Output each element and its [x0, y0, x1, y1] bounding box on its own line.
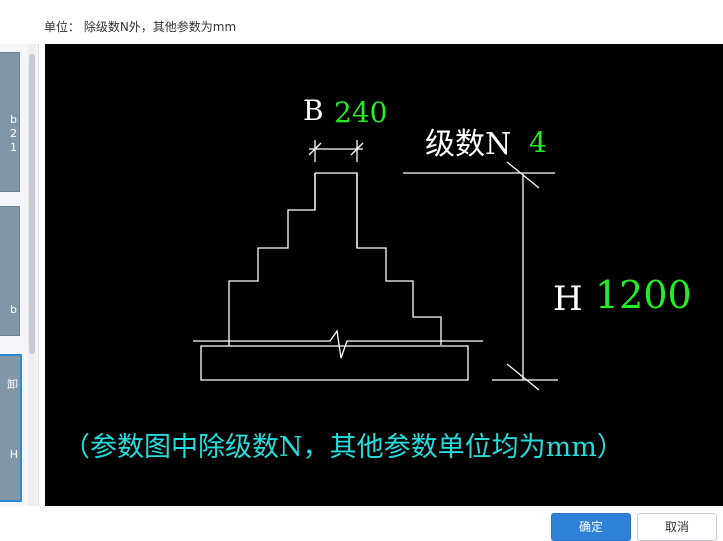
thumbnail-scrollbar[interactable] [28, 44, 36, 506]
thumbnail-glyph: 2 [10, 127, 17, 140]
thumbnail-glyph: 1 [10, 141, 17, 154]
scrollbar-thumb[interactable] [29, 54, 35, 354]
thumbnail-glyph: 卸 [7, 378, 18, 391]
h-value: 1200 [595, 273, 692, 317]
confirm-button[interactable]: 确定 [551, 513, 631, 541]
parameter-diagram: B 240 级数N 4 H 1200 （参数图中除级数N，其他参数单位均为mm） [45, 44, 723, 506]
diagram-svg: B 240 级数N 4 H 1200 （参数图中除级数N，其他参数单位均为mm） [63, 94, 692, 463]
thumbnail-item-1[interactable]: b 2 1 [0, 52, 20, 192]
thumbnail-glyph: b [10, 303, 17, 316]
n-value: 4 [529, 126, 547, 159]
h-label: H [553, 279, 583, 319]
n-label: 级数N [425, 127, 511, 162]
thumbnail-glyph: b [10, 113, 17, 126]
ground-line-break [193, 329, 483, 359]
thumbnail-item-2[interactable]: b [0, 206, 20, 336]
foundation-left-steps [228, 173, 316, 345]
template-thumbnail-list[interactable]: b 2 1 b 卸 H [0, 44, 39, 506]
b-label: B [303, 94, 324, 127]
base-slab [200, 345, 469, 381]
stepped-foundation-drawing [193, 140, 558, 391]
foundation-right-steps [315, 172, 442, 345]
b-value: 240 [334, 96, 387, 129]
thumbnail-glyph: H [9, 448, 18, 461]
thumbnail-item-3-selected[interactable]: 卸 H [0, 354, 22, 502]
cancel-button[interactable]: 取消 [637, 513, 717, 541]
unit-note: 单位： 除级数N外，其他参数为mm [44, 20, 237, 34]
diagram-note: （参数图中除级数N，其他参数单位均为mm） [63, 432, 624, 463]
